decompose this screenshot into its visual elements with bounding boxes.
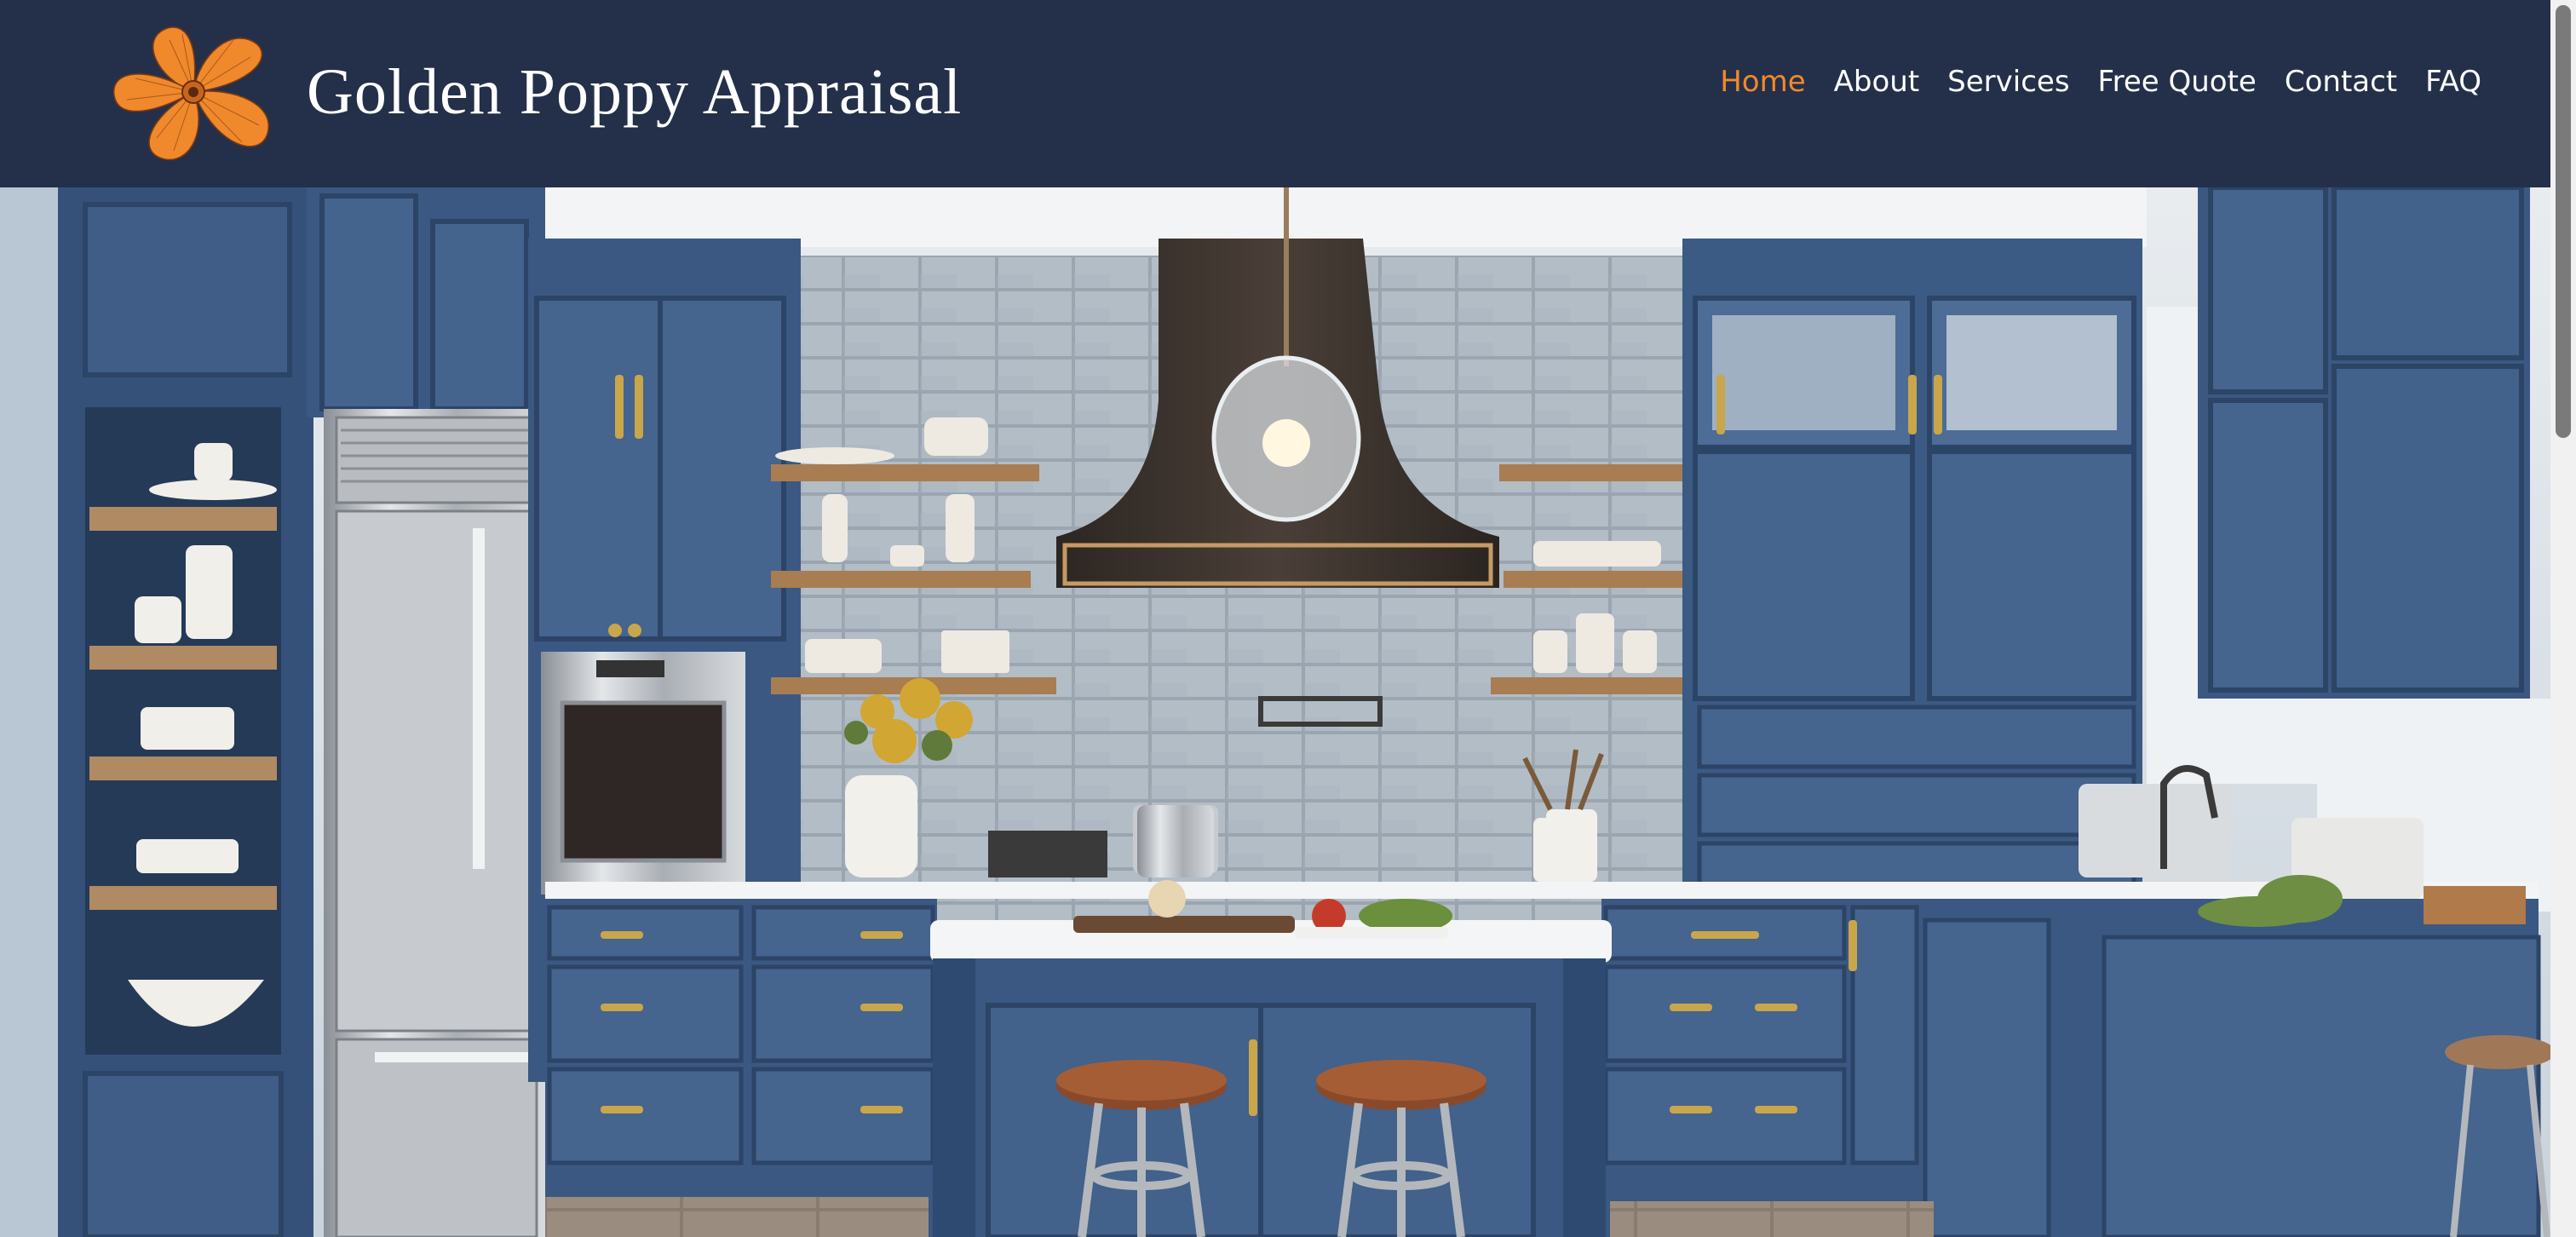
page: Golden Poppy Appraisal Home About Servic… (0, 0, 2576, 1237)
hero-image (0, 187, 2550, 1237)
nav-home[interactable]: Home (1720, 65, 1805, 99)
brand-name: Golden Poppy Appraisal (307, 55, 963, 128)
nav-services[interactable]: Services (1947, 65, 2069, 99)
nav-free-quote[interactable]: Free Quote (2098, 65, 2257, 99)
main-nav: Home About Services Free Quote Contact F… (1720, 65, 2481, 99)
kitchen-illustration (0, 187, 2550, 1237)
nav-faq[interactable]: FAQ (2425, 65, 2481, 99)
nav-about[interactable]: About (1834, 65, 1920, 99)
poppy-flower-icon (112, 26, 270, 161)
scrollbar-thumb[interactable] (2556, 5, 2571, 438)
brand-home-link[interactable]: Golden Poppy Appraisal (106, 19, 962, 165)
nav-contact[interactable]: Contact (2285, 65, 2397, 99)
site-header: Golden Poppy Appraisal Home About Servic… (0, 0, 2550, 187)
page-scrollbar[interactable] (2550, 0, 2576, 1237)
